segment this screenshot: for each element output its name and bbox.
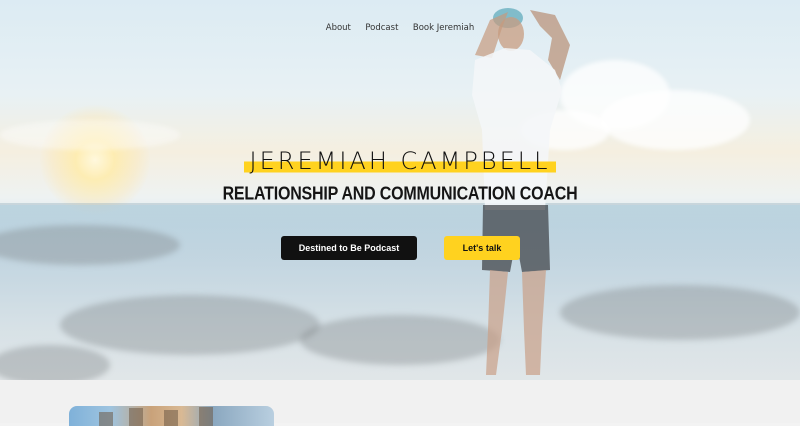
top-navigation: About Podcast Book Jeremiah [0,17,800,35]
building [199,407,213,426]
rock [560,285,800,340]
building [164,410,178,426]
cloud [600,90,750,150]
hero-title: JEREMIAH CAMPBELL [243,145,557,177]
lets-talk-button[interactable]: Let's talk [444,236,520,260]
hero-banner: About Podcast Book Jeremiah JEREMIAH CAM… [0,0,800,380]
hero-title-wrap: JEREMIAH CAMPBELL [0,145,800,177]
building [99,412,113,426]
podcast-button[interactable]: Destined to Be Podcast [281,236,417,260]
nav-link-book[interactable]: Book Jeremiah [413,23,474,33]
sea-background [0,205,800,380]
nav-link-about[interactable]: About [326,23,351,33]
rock [0,225,180,265]
building [129,408,143,426]
rock [60,295,320,355]
rock [0,345,110,380]
nav-link-podcast[interactable]: Podcast [365,23,398,33]
featured-image[interactable] [69,406,274,426]
hero-tagline: RELATIONSHIP AND COMMUNICATION COACH [222,184,578,205]
